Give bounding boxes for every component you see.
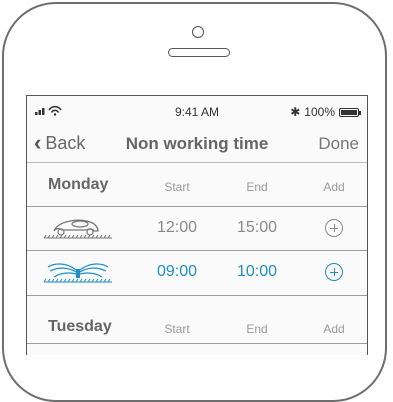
section-divider — [27, 343, 367, 344]
battery-status: ✱ 100% — [290, 105, 361, 119]
add-plus-icon[interactable] — [325, 263, 343, 281]
column-header-add: Add — [323, 322, 345, 336]
sprinkler-icon — [42, 257, 114, 294]
robotic-mower-icon — [42, 213, 114, 250]
schedule-row-sprinkler[interactable]: 09:00 10:00 — [27, 250, 367, 295]
earpiece-speaker — [168, 48, 230, 57]
add-plus-icon[interactable] — [325, 219, 343, 237]
end-time[interactable]: 10:00 — [227, 263, 287, 281]
front-camera — [192, 26, 204, 38]
schedule-row-mower[interactable]: 12:00 15:00 — [27, 206, 367, 251]
column-header-end: End — [246, 180, 268, 194]
bluetooth-icon: ✱ — [290, 105, 301, 119]
screen: 9:41 AM ✱ 100% ‹ Back Non working time D… — [26, 95, 368, 355]
section-divider — [27, 295, 367, 296]
column-header-add: Add — [323, 180, 345, 194]
page-title: Non working time — [125, 134, 269, 153]
battery-percent: 100% — [304, 105, 335, 119]
day-label: Monday — [48, 176, 109, 193]
status-bar: 9:41 AM ✱ 100% — [27, 96, 367, 122]
start-time[interactable]: 12:00 — [147, 219, 207, 237]
column-header-end: End — [246, 322, 268, 336]
day-label: Tuesday — [48, 318, 112, 335]
end-time[interactable]: 15:00 — [227, 219, 287, 237]
column-header-start: Start — [164, 322, 190, 336]
day-header-monday: Monday Start End Add — [27, 164, 367, 204]
day-header-tuesday: Tuesday Start End Add — [27, 306, 367, 346]
column-header-start: Start — [164, 180, 190, 194]
done-button[interactable]: Done — [318, 134, 359, 154]
navigation-bar: ‹ Back Non working time Done — [27, 126, 367, 163]
start-time[interactable]: 09:00 — [147, 263, 207, 281]
battery-icon — [339, 107, 361, 117]
